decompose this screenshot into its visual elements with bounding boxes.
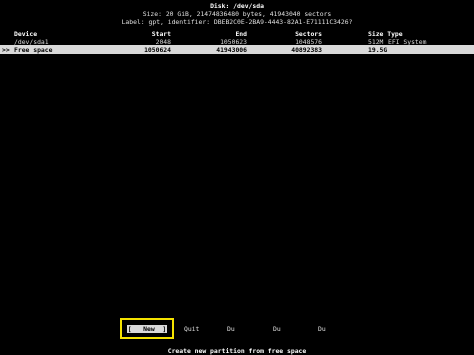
menu-item[interactable]: Du — [273, 325, 281, 333]
row-sectors: 40892383 — [291, 46, 322, 54]
disk-title: Disk: /dev/sda — [210, 2, 264, 10]
quit-button[interactable]: Quit — [184, 325, 199, 333]
row-start: 1050624 — [144, 46, 171, 54]
column-header-size-type: Size Type — [368, 30, 403, 38]
new-button[interactable]: [ New ] — [127, 325, 167, 333]
row-device: Free space — [14, 46, 53, 54]
column-header-device: Device — [14, 30, 38, 38]
row-size: 19.5G — [368, 46, 388, 54]
column-header-start: Start — [151, 30, 171, 38]
disk-label-info: Label: gpt, identifier: DBEB2C0E-2BA9-44… — [121, 18, 353, 26]
row-end: 41943006 — [216, 46, 247, 54]
column-header-end: End — [235, 30, 247, 38]
disk-size-info: Size: 20 GiB, 21474836480 bytes, 4194304… — [142, 10, 332, 18]
column-header-sectors: Sectors — [295, 30, 322, 38]
menu-item[interactable]: Du — [318, 325, 326, 333]
menu-item[interactable]: Du — [227, 325, 235, 333]
selection-marker: >> — [2, 46, 10, 54]
status-hint: Create new partition from free space — [167, 347, 307, 355]
